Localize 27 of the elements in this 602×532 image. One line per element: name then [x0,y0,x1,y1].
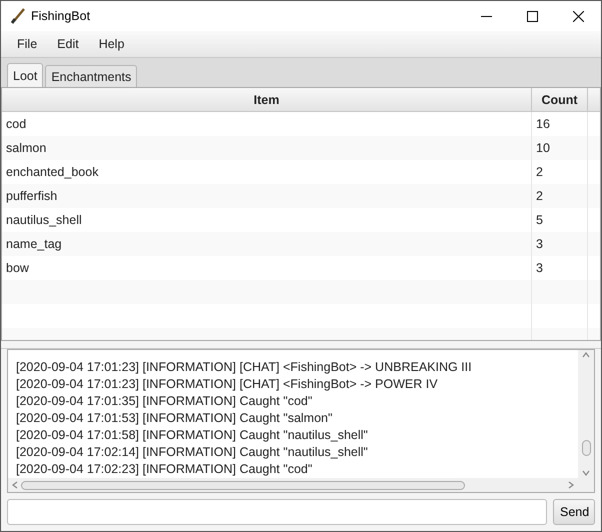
menu-item[interactable]: Edit [49,34,87,54]
scroll-up-icon[interactable] [582,352,590,358]
column-header[interactable]: Count [532,88,588,112]
send-button[interactable]: Send [553,499,595,525]
header-filler [588,88,600,112]
fishing-rod-icon [11,8,25,24]
tab[interactable]: Enchantments [45,65,138,87]
scroll-left-icon[interactable] [12,481,18,489]
menu-item[interactable]: File [9,34,46,54]
log-line: [2020-09-04 17:02:23] [INFORMATION] Caught "cod" [16,461,314,478]
scrollbar-thumb[interactable] [21,480,465,490]
log-line: [2020-09-04 17:01:58] [INFORMATION] Caught "nautilus_shell" [16,427,369,444]
log-line: [2020-09-04 17:01:23] [INFORMATION] [CHAT] <FishingBot> -> UNBREAKING III [16,359,473,376]
log-line: [2020-09-04 17:01:35] [INFORMATION] Caught "cod" [16,393,314,410]
log-line: [2020-09-04 17:02:14] [INFORMATION] Caught "nautilus_shell" [16,444,369,461]
scroll-right-icon[interactable] [568,481,574,489]
vertical-scrollbar[interactable] [578,350,594,478]
window-title: FishingBot [31,9,92,23]
close-icon[interactable] [572,10,584,22]
column-header[interactable]: Item [2,88,532,112]
scrollbar-thumb[interactable] [582,440,591,456]
maximize-icon[interactable] [526,10,538,22]
tab[interactable]: Loot [7,63,44,87]
scroll-down-icon[interactable] [582,470,590,476]
log-line: [2020-09-04 17:01:53] [INFORMATION] Caught "salmon" [16,410,334,427]
log-line: [2020-09-04 17:01:23] [INFORMATION] [CHAT] <FishingBot> -> POWER IV [16,376,439,393]
menu-item[interactable]: Help [90,34,132,54]
